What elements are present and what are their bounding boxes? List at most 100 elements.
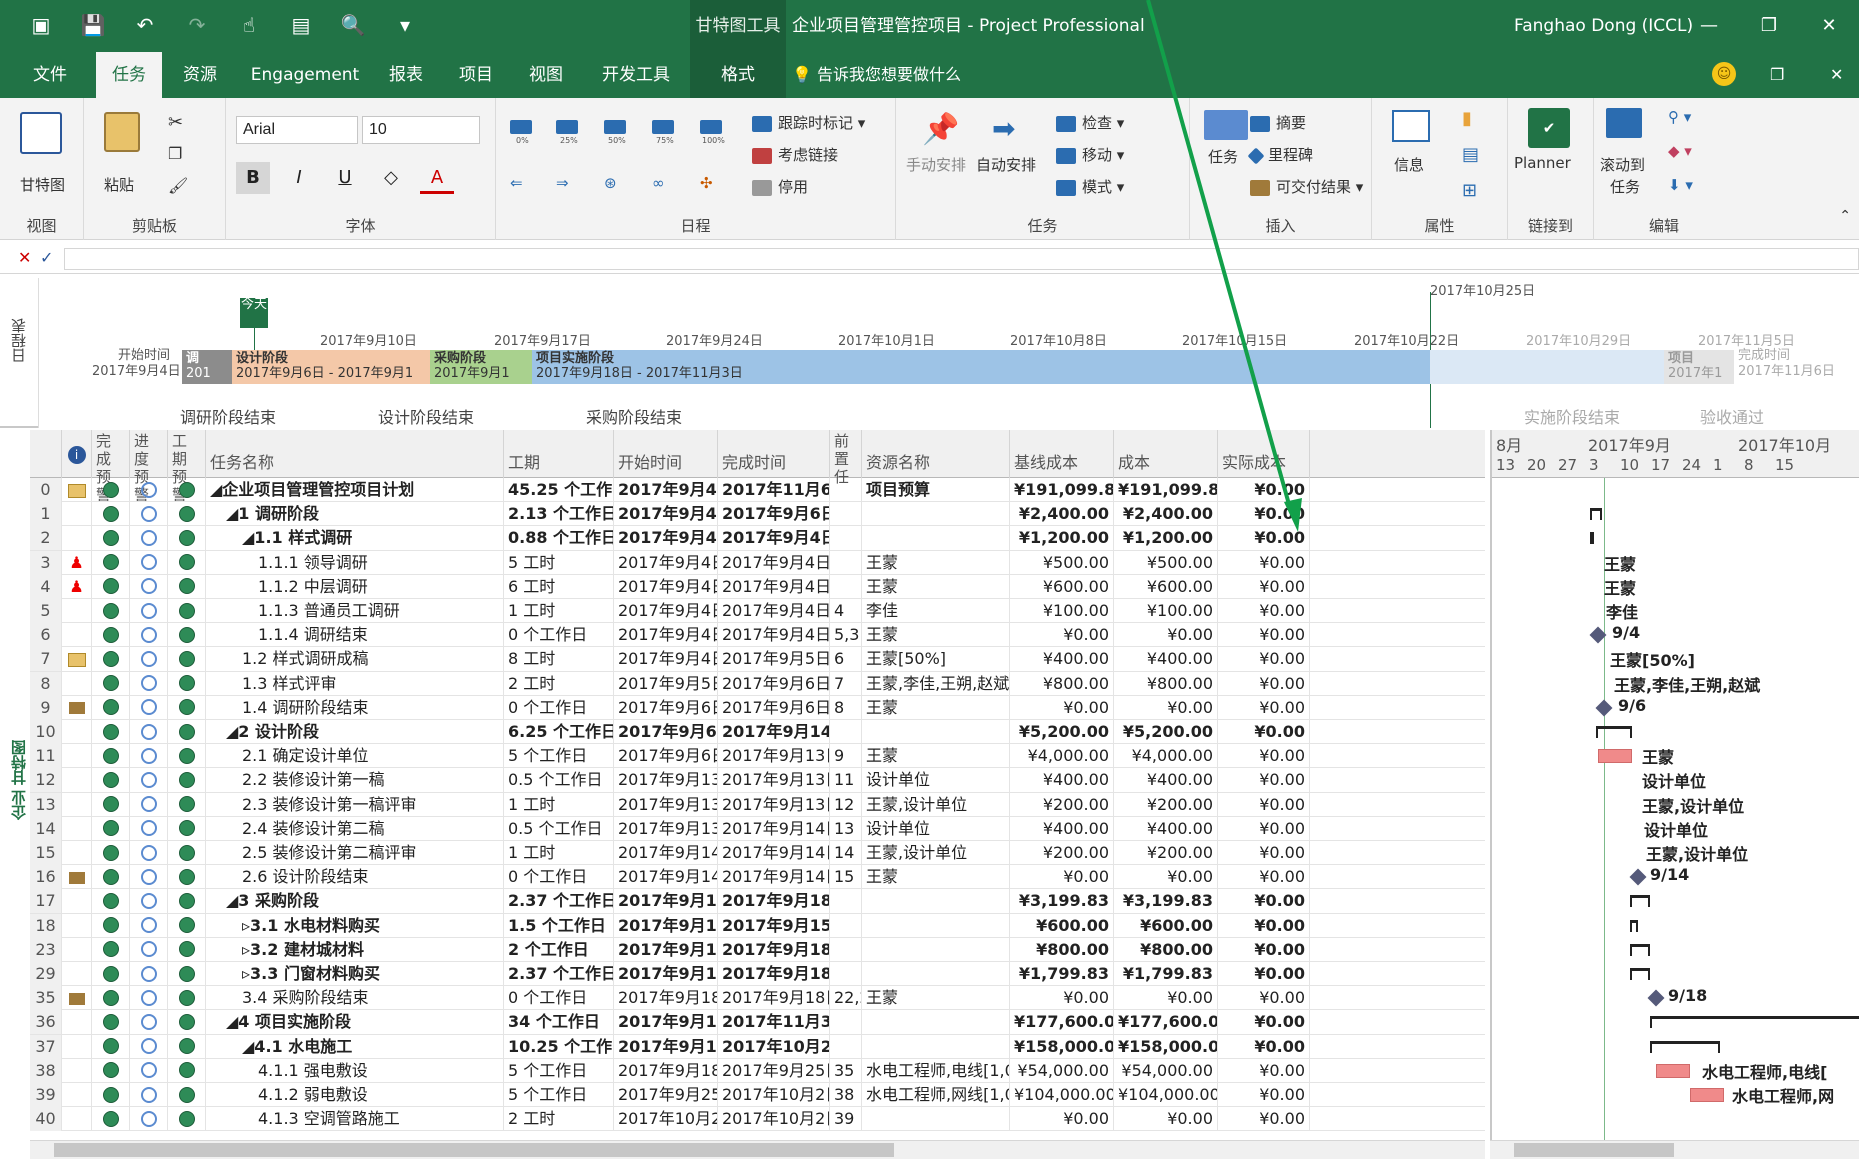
- done-warning-cell[interactable]: [92, 599, 130, 623]
- row-id[interactable]: 12: [30, 768, 62, 793]
- resource-cell[interactable]: 王蒙: [862, 550, 1010, 575]
- cost-cell[interactable]: ¥4,000.00: [1114, 744, 1218, 769]
- finish-cell[interactable]: 2017年9月4日: [718, 623, 830, 648]
- period-warning-cell[interactable]: [168, 720, 206, 744]
- period-warning-cell[interactable]: [168, 792, 206, 817]
- duration-cell[interactable]: 10.25 个工作日: [504, 1034, 614, 1059]
- predecessors-cell[interactable]: [830, 1034, 862, 1059]
- inspect-button[interactable]: 检查 ▾: [1056, 112, 1124, 133]
- baseline-cost-cell[interactable]: ¥200.00: [1010, 792, 1114, 817]
- timeline-bar-purchase[interactable]: 采购阶段 2017年9月1: [430, 350, 532, 384]
- header-duration[interactable]: 工期: [504, 430, 614, 478]
- progress-warning-cell[interactable]: [130, 574, 168, 599]
- done-warning-cell[interactable]: [92, 647, 130, 672]
- baseline-cost-cell[interactable]: ¥400.00: [1010, 816, 1114, 841]
- indicator-cell[interactable]: [62, 1058, 92, 1083]
- start-cell[interactable]: 2017年9月14日: [614, 865, 718, 890]
- cost-cell[interactable]: ¥600.00: [1114, 574, 1218, 599]
- resource-cell[interactable]: 王蒙,李佳,王朔,赵斌: [862, 671, 1010, 696]
- progress-warning-cell[interactable]: [130, 816, 168, 841]
- done-warning-cell[interactable]: [92, 1010, 130, 1035]
- progress-warning-cell[interactable]: [130, 744, 168, 769]
- predecessors-cell[interactable]: 12: [830, 792, 862, 817]
- baseline-cost-cell[interactable]: ¥600.00: [1010, 913, 1114, 938]
- table-row[interactable]: 9 1.4 调研阶段结束 0 个工作日 2017年9月6日 2017年9月6日 8 王蒙 ¥0…: [30, 695, 1485, 720]
- fill-color-icon[interactable]: ◇: [374, 162, 408, 194]
- indicator-cell[interactable]: [62, 1034, 92, 1059]
- cost-cell[interactable]: ¥800.00: [1114, 937, 1218, 962]
- resource-cell[interactable]: [862, 913, 1010, 938]
- indicator-cell[interactable]: [62, 841, 92, 865]
- header-finish[interactable]: 完成时间: [718, 430, 830, 478]
- cost-cell[interactable]: ¥2,400.00: [1114, 502, 1218, 527]
- start-cell[interactable]: 2017年9月6日: [614, 744, 718, 769]
- paste-icon[interactable]: [104, 112, 140, 152]
- period-warning-cell[interactable]: [168, 913, 206, 938]
- finish-cell[interactable]: 2017年9月13日: [718, 744, 830, 769]
- table-row[interactable]: 162.6 设计阶段结束0 个工作日2017年9月14日2017年9月14日15…: [30, 865, 1485, 890]
- row-id[interactable]: 37: [30, 1034, 62, 1059]
- baseline-cost-cell[interactable]: ¥800.00: [1010, 937, 1114, 962]
- duration-cell[interactable]: 2 工时: [504, 1107, 614, 1132]
- table-row[interactable]: 39 4.1.2 弱电敷设5 个工作日2017年9月25日2017年10月2日38…: [30, 1083, 1485, 1108]
- row-id[interactable]: 40: [30, 1107, 62, 1132]
- predecessors-cell[interactable]: 8: [830, 695, 862, 720]
- predecessors-cell[interactable]: 38: [830, 1083, 862, 1107]
- predecessors-cell[interactable]: [830, 550, 862, 575]
- resource-cell[interactable]: 王蒙: [862, 695, 1010, 720]
- period-warning-cell[interactable]: [168, 986, 206, 1011]
- period-warning-cell[interactable]: [168, 1058, 206, 1083]
- header-progress-warning[interactable]: 进度预警: [130, 430, 168, 504]
- predecessors-cell[interactable]: 13: [830, 816, 862, 841]
- indicator-cell[interactable]: [62, 720, 92, 744]
- baseline-cost-cell[interactable]: ¥0.00: [1010, 695, 1114, 720]
- gantt-task-bar[interactable]: [1656, 1063, 1690, 1078]
- baseline-cost-cell[interactable]: ¥1,200.00: [1010, 526, 1114, 551]
- actual-cost-cell[interactable]: ¥0.00: [1218, 599, 1310, 623]
- tab-resource[interactable]: 资源: [180, 52, 220, 98]
- indicator-cell[interactable]: [62, 623, 92, 648]
- minimize-icon[interactable]: —: [1679, 0, 1739, 52]
- row-id[interactable]: 9: [30, 695, 62, 720]
- task-name-cell[interactable]: 4.1.2 弱电敷设: [206, 1083, 504, 1107]
- cost-cell[interactable]: ¥1,200.00: [1114, 526, 1218, 551]
- start-cell[interactable]: 2017年9月4日: [614, 647, 718, 672]
- actual-cost-cell[interactable]: ¥0.00: [1218, 1083, 1310, 1107]
- baseline-cost-cell[interactable]: ¥3,199.83: [1010, 889, 1114, 914]
- baseline-cost-cell[interactable]: ¥200.00: [1010, 841, 1114, 865]
- period-warning-cell[interactable]: [168, 1083, 206, 1107]
- cost-cell[interactable]: ¥54,000.00: [1114, 1058, 1218, 1083]
- indicator-cell[interactable]: [62, 768, 92, 793]
- actual-cost-cell[interactable]: ¥0.00: [1218, 1107, 1310, 1132]
- resource-cell[interactable]: 王蒙: [862, 574, 1010, 599]
- start-cell[interactable]: 2017年9月13日: [614, 816, 718, 841]
- indicator-cell[interactable]: [62, 816, 92, 841]
- link-icon[interactable]: ⊛: [604, 174, 617, 192]
- gantt-milestone[interactable]: [1589, 626, 1607, 644]
- tab-task[interactable]: 任务: [96, 52, 162, 98]
- task-name-cell[interactable]: 2.4 装修设计第二稿: [206, 816, 504, 841]
- period-warning-cell[interactable]: [168, 889, 206, 914]
- table-row[interactable]: 7 1.2 样式调研成稿 8 工时 2017年9月4日 2017年9月5日 6 王蒙[50%…: [30, 647, 1485, 672]
- done-warning-cell[interactable]: [92, 1034, 130, 1059]
- progress-warning-cell[interactable]: [130, 647, 168, 672]
- task-name-cell[interactable]: ◢3 采购阶段: [206, 889, 504, 914]
- predecessors-cell[interactable]: 35: [830, 1058, 862, 1083]
- header-resource[interactable]: 资源名称: [862, 430, 1010, 478]
- tab-file[interactable]: 文件: [30, 52, 70, 98]
- save-icon[interactable]: 💾: [80, 12, 106, 38]
- cost-cell[interactable]: ¥104,000.00: [1114, 1083, 1218, 1107]
- scroll-to-label[interactable]: 滚动到: [1600, 154, 1645, 175]
- done-warning-cell[interactable]: [92, 695, 130, 720]
- task-name-cell[interactable]: 1.1.3 普通员工调研: [206, 599, 504, 623]
- period-warning-cell[interactable]: [168, 502, 206, 527]
- duration-cell[interactable]: 5 工时: [504, 550, 614, 575]
- timeline-bar-research[interactable]: 调 201: [182, 350, 232, 384]
- indicators-header-icon[interactable]: i: [62, 430, 92, 478]
- resource-cell[interactable]: [862, 526, 1010, 551]
- progress-warning-cell[interactable]: [130, 865, 168, 890]
- timeline-ms-design-end[interactable]: 设计阶段结束: [378, 404, 474, 428]
- gantt-view-icon[interactable]: [20, 112, 62, 154]
- predecessors-cell[interactable]: 14: [830, 841, 862, 865]
- timeline-bar-project[interactable]: 项目 2017年1: [1664, 350, 1734, 384]
